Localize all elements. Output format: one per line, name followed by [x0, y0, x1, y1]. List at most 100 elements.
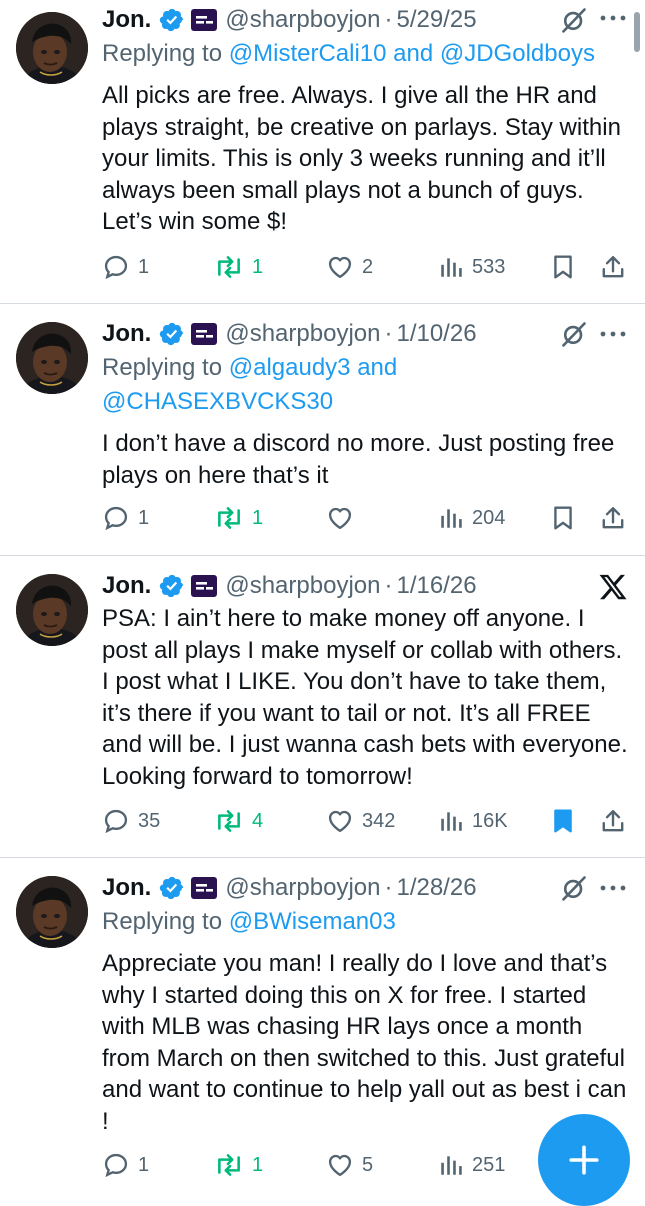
display-name[interactable]: Jon.	[102, 572, 151, 600]
avatar[interactable]	[16, 876, 88, 948]
views-button[interactable]: 204	[438, 501, 505, 535]
retweet-count: 1	[252, 1153, 264, 1176]
reply-mentions[interactable]: @algaudy3 and	[229, 354, 398, 381]
replying-to: Replying to @MisterCali10 and @JDGoldboy…	[102, 37, 595, 71]
views-button[interactable]: 16K	[438, 804, 508, 838]
tweet-date[interactable]: 5/29/25	[396, 6, 476, 34]
grok-icon[interactable]	[560, 874, 588, 902]
views-icon	[438, 808, 464, 834]
retweet-button[interactable]: 1	[214, 1148, 263, 1182]
like-button[interactable]: 342	[326, 804, 395, 838]
replying-to-label: Replying to	[102, 354, 223, 381]
like-button[interactable]: 5	[326, 1148, 373, 1182]
bookmark-button[interactable]	[550, 250, 576, 284]
reply-icon	[102, 807, 130, 835]
reply-button[interactable]: 35	[102, 804, 160, 838]
x-logo-icon	[598, 572, 628, 602]
heart-icon	[326, 253, 354, 281]
reply-count: 35	[138, 809, 161, 832]
tweet-text: All picks are free. Always. I give all t…	[102, 82, 621, 236]
bookmark-icon	[550, 254, 576, 280]
tweet-date[interactable]: 1/10/26	[396, 320, 476, 348]
user-handle[interactable]: @sharpboyjon	[225, 572, 380, 600]
share-icon	[600, 505, 626, 531]
tweet-2[interactable]: Jon. @sharpboyjon · 1/10/26 Replying to …	[0, 304, 645, 555]
reply-count: 1	[138, 506, 150, 529]
like-count: 5	[362, 1153, 374, 1176]
views-button[interactable]: 533	[438, 250, 505, 284]
tweet-3[interactable]: Jon. @sharpboyjon · 1/16/26 PSA: I ain’t…	[0, 556, 645, 857]
view-count: 533	[472, 255, 506, 278]
avatar-image	[16, 574, 88, 646]
views-icon	[438, 254, 464, 280]
more-options-icon[interactable]	[599, 14, 627, 22]
like-button[interactable]: 2	[326, 250, 373, 284]
share-button[interactable]	[600, 804, 626, 838]
tweet-1[interactable]: Jon. @sharpboyjon · 5/29/25 Replying to …	[0, 0, 645, 303]
grok-icon[interactable]	[560, 6, 588, 34]
reply-mentions-cont[interactable]: @CHASEXBVCKS30	[102, 388, 333, 415]
tweet-text: I don’t have a discord no more. Just pos…	[102, 430, 615, 489]
retweet-button[interactable]: 1	[214, 501, 263, 535]
tweet-date[interactable]: 1/16/26	[396, 572, 476, 600]
reply-icon	[102, 253, 130, 281]
display-name[interactable]: Jon.	[102, 874, 151, 902]
reply-button[interactable]: 1	[102, 1148, 149, 1182]
more-options-icon[interactable]	[599, 330, 627, 338]
retweet-count: 1	[252, 255, 264, 278]
view-count: 204	[472, 506, 506, 529]
reply-button[interactable]: 1	[102, 250, 149, 284]
replying-to-label: Replying to	[102, 908, 223, 935]
user-handle[interactable]: @sharpboyjon	[225, 6, 380, 34]
affiliate-badge-icon[interactable]	[191, 575, 217, 597]
replying-to-label: Replying to	[102, 40, 223, 67]
affiliate-badge-icon[interactable]	[191, 877, 217, 899]
affiliate-badge-icon[interactable]	[191, 9, 217, 31]
separator-dot: ·	[384, 320, 393, 347]
reply-mentions[interactable]: @MisterCali10 and @JDGoldboys	[229, 40, 595, 67]
views-icon	[438, 505, 464, 531]
display-name[interactable]: Jon.	[102, 6, 151, 34]
reply-count: 1	[138, 1153, 150, 1176]
like-button[interactable]	[326, 501, 362, 535]
plus-icon	[567, 1143, 601, 1177]
more-options-icon[interactable]	[599, 884, 627, 892]
share-button[interactable]	[600, 501, 626, 535]
display-name[interactable]: Jon.	[102, 320, 151, 348]
avatar[interactable]	[16, 574, 88, 646]
retweet-button[interactable]: 1	[214, 250, 263, 284]
compose-button[interactable]	[538, 1114, 630, 1206]
verified-badge-icon	[159, 7, 185, 33]
bookmark-button[interactable]	[550, 804, 576, 838]
avatar-image	[16, 322, 88, 394]
retweet-icon	[214, 808, 244, 834]
user-handle[interactable]: @sharpboyjon	[225, 320, 380, 348]
retweet-count: 1	[252, 506, 264, 529]
reply-mentions[interactable]: @BWiseman03	[229, 908, 396, 935]
view-count: 251	[472, 1153, 506, 1176]
like-count: 2	[362, 255, 374, 278]
separator-dot: ·	[384, 572, 393, 599]
views-icon	[438, 1152, 464, 1178]
bookmark-button[interactable]	[550, 501, 576, 535]
share-icon	[600, 808, 626, 834]
reply-count: 1	[138, 255, 150, 278]
share-button[interactable]	[600, 250, 626, 284]
reply-button[interactable]: 1	[102, 501, 149, 535]
avatar[interactable]	[16, 322, 88, 394]
user-handle[interactable]: @sharpboyjon	[225, 874, 380, 902]
avatar-image	[16, 12, 88, 84]
views-button[interactable]: 251	[438, 1148, 505, 1182]
replying-to: Replying to @algaudy3 and @CHASEXBVCKS30	[102, 351, 397, 419]
affiliate-badge-icon[interactable]	[191, 323, 217, 345]
share-icon	[600, 254, 626, 280]
replying-to: Replying to @BWiseman03	[102, 905, 396, 939]
avatar-image	[16, 876, 88, 948]
avatar[interactable]	[16, 12, 88, 84]
retweet-button[interactable]: 4	[214, 804, 263, 838]
like-count: 342	[362, 809, 396, 832]
tweet-text: PSA: I ain’t here to make money off anyo…	[102, 605, 628, 790]
grok-icon[interactable]	[560, 320, 588, 348]
verified-badge-icon	[159, 875, 185, 901]
tweet-date[interactable]: 1/28/26	[396, 874, 476, 902]
